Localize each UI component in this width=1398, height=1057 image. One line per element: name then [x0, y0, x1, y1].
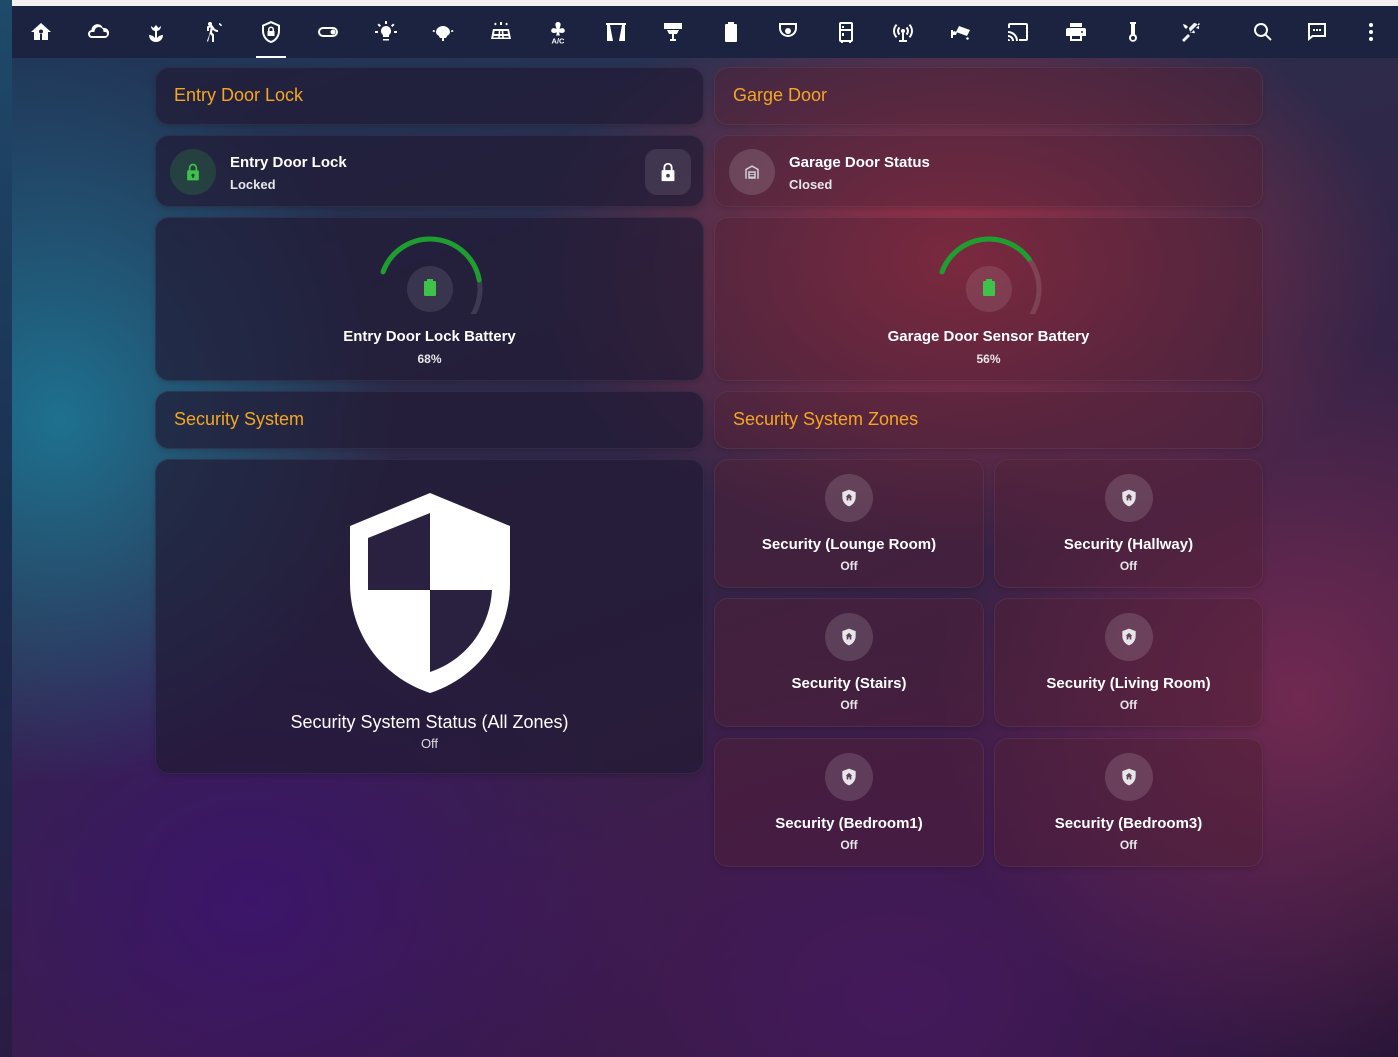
section-title: Entry Door Lock	[174, 85, 304, 105]
zone-name: Security (Hallway)	[1063, 536, 1194, 553]
shield-home-icon	[842, 628, 856, 646]
lock-badge	[170, 149, 216, 195]
zone-state: Off	[840, 838, 858, 852]
entity-name: Garage Door Status	[789, 154, 930, 171]
zone-state: Off	[1119, 838, 1138, 852]
shield-half-icon	[349, 493, 510, 693]
zone-card-bedroom3[interactable]: Security (Bedroom3) Off	[994, 738, 1263, 867]
security-camera-icon[interactable]	[932, 6, 990, 58]
entity-state: Off	[420, 736, 439, 751]
zone-state: Off	[1119, 559, 1138, 573]
garage-door-status-card[interactable]: Garage Door Status Closed	[714, 135, 1263, 207]
shield-home-icon	[842, 768, 856, 786]
motion-sensor-icon[interactable]	[185, 6, 243, 58]
battery-gauge	[380, 236, 483, 314]
tools-icon[interactable]	[1162, 6, 1220, 58]
zone-badge	[825, 613, 873, 661]
weather-cloud-icon[interactable]	[70, 6, 128, 58]
entry-door-lock-card[interactable]: Entry Door Lock Locked	[155, 135, 704, 207]
entry-door-header-card: Entry Door Lock	[155, 67, 704, 125]
entry-door-battery-card[interactable]: Entry Door Lock Battery 68%	[155, 217, 704, 381]
security-system-status-card[interactable]: Security System Status (All Zones) Off	[155, 459, 704, 774]
shield-home-icon	[1121, 768, 1136, 786]
shield-home-icon	[842, 489, 856, 507]
zone-badge	[825, 753, 873, 801]
entity-name: Security System Status (All Zones)	[290, 712, 569, 732]
garage-door-header-card: Garge Door	[714, 67, 1263, 125]
lock-icon	[187, 163, 199, 181]
search-icon[interactable]	[1236, 6, 1290, 58]
zone-card-lounge-room[interactable]: Security (Lounge Room) Off	[714, 459, 984, 588]
zone-name: Security (Bedroom1)	[775, 815, 923, 832]
section-title: Security System Zones	[733, 409, 919, 429]
gauge-value: 68%	[417, 352, 442, 366]
zone-name: Security (Bedroom3)	[1054, 815, 1203, 832]
zone-badge	[1104, 474, 1153, 522]
thermometer-icon[interactable]	[1105, 6, 1163, 58]
home-account-icon[interactable]	[12, 6, 70, 58]
zone-name: Security (Living Room)	[1046, 675, 1211, 692]
lightbulb-icon[interactable]	[357, 6, 415, 58]
lock-icon	[661, 162, 675, 182]
gauge-label: Garage Door Sensor Battery	[887, 328, 1090, 345]
zone-card-bedroom1[interactable]: Security (Bedroom1) Off	[714, 738, 984, 867]
chat-icon[interactable]	[1290, 6, 1344, 58]
battery-icon[interactable]	[702, 6, 760, 58]
zone-name: Security (Stairs)	[791, 675, 907, 692]
printer-icon[interactable]	[1047, 6, 1105, 58]
gauge-label: Entry Door Lock Battery	[343, 328, 516, 345]
shield-home-icon	[1121, 628, 1136, 646]
entity-state: Closed	[789, 177, 833, 192]
garage-icon	[745, 165, 759, 179]
view-toolbar: A/C	[12, 6, 1398, 58]
wifi-router-icon[interactable]	[875, 6, 933, 58]
toggle-switch-icon[interactable]	[300, 6, 358, 58]
ceiling-light-icon[interactable]	[415, 6, 473, 58]
shield-home-icon	[1121, 489, 1136, 507]
unlock-button[interactable]	[645, 149, 691, 195]
zone-card-hallway[interactable]: Security (Hallway) Off	[994, 459, 1263, 588]
flower-icon[interactable]	[127, 6, 185, 58]
security-zones-header-card: Security System Zones	[714, 391, 1263, 449]
cctv-icon[interactable]	[760, 6, 818, 58]
shield-lock-icon[interactable]	[242, 6, 300, 58]
background-strip	[0, 0, 12, 1057]
security-system-header-card: Security System	[155, 391, 704, 449]
solar-panel-icon[interactable]	[472, 6, 530, 58]
battery-gauge	[939, 236, 1042, 314]
more-vertical-icon[interactable]	[1344, 6, 1398, 58]
section-title: Garge Door	[733, 85, 828, 105]
lamp-icon[interactable]	[645, 6, 703, 58]
zone-card-stairs[interactable]: Security (Stairs) Off	[714, 598, 984, 727]
cast-icon[interactable]	[990, 6, 1048, 58]
garage-battery-card[interactable]: Garage Door Sensor Battery 56%	[714, 217, 1263, 381]
garage-badge	[729, 149, 775, 195]
section-title: Security System	[174, 409, 305, 429]
zone-badge	[825, 474, 873, 522]
entity-name: Entry Door Lock	[230, 154, 347, 171]
zone-state: Off	[840, 698, 858, 712]
gauge-value: 56%	[976, 352, 1001, 366]
zone-state: Off	[840, 559, 858, 573]
zone-name: Security (Lounge Room)	[761, 536, 937, 553]
curtains-icon[interactable]	[587, 6, 645, 58]
battery-icon	[423, 279, 436, 296]
fridge-icon[interactable]	[817, 6, 875, 58]
zone-badge	[1104, 613, 1153, 661]
zone-badge	[1104, 753, 1153, 801]
entity-state: Locked	[230, 177, 276, 192]
battery-icon	[982, 279, 995, 296]
zone-state: Off	[1119, 698, 1138, 712]
air-conditioner-icon[interactable]: A/C	[530, 6, 588, 58]
svg-text:A/C: A/C	[552, 37, 566, 45]
zone-card-living-room[interactable]: Security (Living Room) Off	[994, 598, 1263, 727]
